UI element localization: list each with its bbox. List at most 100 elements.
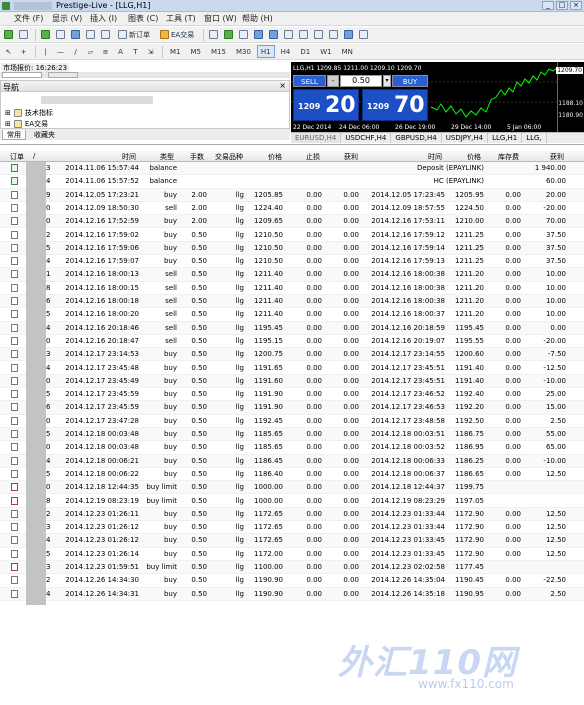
templates-icon[interactable] <box>357 28 370 41</box>
menu-view[interactable]: 显示 (V) <box>52 13 90 24</box>
minimize-button[interactable]: _ <box>542 1 554 10</box>
col-price[interactable]: 价格 <box>268 152 282 162</box>
expand-icon[interactable]: ⊞ <box>5 120 11 128</box>
col-item[interactable]: 交易品种 <box>215 152 243 162</box>
cursor-icon[interactable]: ↖ <box>2 45 15 58</box>
menu-file[interactable]: 文件 (F) <box>14 13 52 24</box>
table-row[interactable]: 2 2014.12.16 17:59:02 buy 0.50 llg 1210.50 0.0… <box>0 229 584 242</box>
table-row[interactable]: 0 2014.12.16 17:52:59 buy 2.00 llg 1209.65 0.0… <box>0 215 584 229</box>
chart-tab-eurusd[interactable]: EURUSD,H4 <box>291 133 342 143</box>
lot-decrease-button[interactable]: - <box>327 75 339 87</box>
col-type[interactable]: 类型 <box>160 152 174 162</box>
tab-favorites[interactable]: 收藏夹 <box>30 130 59 140</box>
sell-price-box[interactable]: 1209 20 <box>293 89 359 121</box>
col-close-time[interactable]: 时间 <box>428 152 442 162</box>
table-row[interactable]: 8 2014.12.16 18:00:15 sell 0.50 llg 1211.40 0.… <box>0 282 584 295</box>
table-row[interactable]: 0 2014.12.18 00:03:48 buy 0.50 llg 1185.65 0.0… <box>0 441 584 455</box>
col-sort-icon[interactable]: / <box>33 152 35 160</box>
navigator-icon[interactable] <box>69 28 82 41</box>
table-row[interactable]: 5 2014.12.16 18:00:20 sell 0.50 llg 1211.40 0.… <box>0 308 584 322</box>
market-watch-tab-1[interactable] <box>2 72 42 78</box>
tile-windows-icon[interactable] <box>282 28 295 41</box>
table-row[interactable]: 4 2014.12.17 23:45:48 buy 0.50 llg 1191.65 0.0… <box>0 362 584 375</box>
line-chart-icon[interactable] <box>237 28 250 41</box>
timeframe-h4[interactable]: H4 <box>277 45 295 58</box>
chart-tab-llg-h1[interactable]: LLG,H1 <box>488 133 523 143</box>
table-row[interactable]: 5 2014.12.17 23:45:59 buy 0.50 llg 1191.90 0.0… <box>0 388 584 402</box>
table-row[interactable]: 8 2014.12.19 08:23:19 buy limit 0.50 llg 1000… <box>0 495 584 508</box>
vertical-line-icon[interactable]: | <box>39 45 52 58</box>
table-row[interactable]: 6 2014.12.16 18:00:18 sell 0.50 llg 1211.40 0.… <box>0 295 584 309</box>
col-profit[interactable]: 获利 <box>550 152 564 162</box>
table-row[interactable]: 4 2014.12.16 20:18:46 sell 0.50 llg 1195.45 0.… <box>0 321 584 335</box>
chart-tab-usdchf[interactable]: USDCHF,H4 <box>341 133 392 143</box>
col-close-price[interactable]: 价格 <box>467 152 481 162</box>
menu-insert[interactable]: 插入 (I) <box>90 13 128 24</box>
table-row[interactable]: 5 2014.12.18 00:06:22 buy 0.50 llg 1186.40 0.0… <box>0 468 584 482</box>
menu-help[interactable]: 帮助 (H) <box>242 13 280 24</box>
table-row[interactable]: 3 2014.12.23 01:26:12 buy 0.50 llg 1172.65 0.0… <box>0 521 584 535</box>
table-row[interactable]: 4 2014.12.16 17:59:07 buy 0.50 llg 1210.50 0.0… <box>0 255 584 269</box>
timeframe-m5[interactable]: M5 <box>187 45 206 58</box>
equidistant-channel-icon[interactable]: ▱ <box>84 45 97 58</box>
trendline-icon[interactable]: / <box>69 45 82 58</box>
table-row[interactable]: 0 2014.12.17 23:47:28 buy 0.50 llg 1192.45 0.0… <box>0 415 584 428</box>
table-row[interactable]: 5 2014.12.18 00:03:48 buy 0.50 llg 1185.65 0.0… <box>0 428 584 442</box>
table-row[interactable]: 1 2014.12.16 18:00:13 sell 0.50 llg 1211.40 0.… <box>0 268 584 282</box>
zoom-in-icon[interactable] <box>252 28 265 41</box>
col-time[interactable]: 时间 <box>122 152 136 162</box>
timeframe-mn[interactable]: MN <box>338 45 357 58</box>
table-row[interactable]: 0 2014.12.09 18:50:30 sell 2.00 llg 1224.40 0.… <box>0 202 584 216</box>
profiles-icon[interactable] <box>17 28 30 41</box>
menu-window[interactable]: 窗口 (W) <box>204 13 242 24</box>
col-size[interactable]: 手数 <box>190 152 204 162</box>
col-sl[interactable]: 止损 <box>306 152 320 162</box>
timeframe-w1[interactable]: W1 <box>316 45 335 58</box>
zoom-out-icon[interactable] <box>267 28 280 41</box>
close-button[interactable]: × <box>570 1 582 10</box>
table-row[interactable]: 2 2014.12.23 01:26:11 buy 0.50 llg 1172.65 0.0… <box>0 507 584 522</box>
menu-tools[interactable]: 工具 (T) <box>166 13 204 24</box>
maximize-button[interactable]: □ <box>556 1 568 10</box>
buy-price-box[interactable]: 1209 70 <box>362 89 428 121</box>
table-row[interactable]: 5 2014.12.16 17:59:06 buy 0.50 llg 1210.50 0.0… <box>0 241 584 256</box>
horizontal-line-icon[interactable]: — <box>54 45 67 58</box>
indicators-icon[interactable] <box>327 28 340 41</box>
text-label-icon[interactable]: T <box>129 45 142 58</box>
table-row[interactable]: 3 2014.12.17 23:14:53 buy 0.50 llg 1200.75 0.0… <box>0 348 584 362</box>
menu-charts[interactable]: 图表 (C) <box>128 13 166 24</box>
timeframe-m1[interactable]: M1 <box>166 45 185 58</box>
table-row[interactable]: 4 2014.12.26 14:34:31 buy 0.50 llg 1190.90 0.0… <box>0 587 584 601</box>
chart-tab-gbpusd[interactable]: GBPUSD,H4 <box>391 133 442 143</box>
tab-common[interactable]: 常用 <box>2 130 26 140</box>
table-row[interactable]: 0 2014.12.16 20:18:47 sell 0.50 llg 1195.15 0.… <box>0 335 584 349</box>
table-row[interactable]: 9 2014.12.05 17:23:21 buy 2.00 llg 1205.85 0.0… <box>0 188 584 202</box>
chart-shift-icon[interactable] <box>312 28 325 41</box>
market-watch-tab-2[interactable] <box>48 72 78 78</box>
timeframe-d1[interactable]: D1 <box>296 45 314 58</box>
table-row[interactable]: 2 2014.12.26 14:34:30 buy 0.50 llg 1190.90 0.0… <box>0 574 584 588</box>
bar-chart-icon[interactable] <box>207 28 220 41</box>
autoscroll-icon[interactable] <box>297 28 310 41</box>
table-row[interactable]: 4 2014.12.23 01:26:12 buy 0.50 llg 1172.65 0.0… <box>0 534 584 548</box>
price-chart[interactable]: LLG,H1 1209.85 1211.00 1209.10 1209.70 1… <box>291 62 584 132</box>
fibonacci-icon[interactable]: ≡ <box>99 45 112 58</box>
periods-icon[interactable] <box>342 28 355 41</box>
expert-advisors-button[interactable]: EA交易 <box>156 28 198 41</box>
market-watch-icon[interactable] <box>39 28 52 41</box>
expand-icon[interactable]: ⊞ <box>5 109 11 117</box>
navigator-close-icon[interactable]: × <box>279 81 286 90</box>
sell-button[interactable]: SELL <box>293 75 326 87</box>
table-row[interactable]: 0 2014.12.18 12:44:35 buy limit 0.50 llg 1000… <box>0 481 584 495</box>
table-row[interactable]: 3 2014.12.23 01:59:51 buy limit 0.50 llg 1100… <box>0 561 584 575</box>
timeframe-m15[interactable]: M15 <box>207 45 230 58</box>
table-row[interactable]: 4 2014.12.18 00:06:21 buy 0.50 llg 1186.45 0.0… <box>0 454 584 468</box>
text-icon[interactable]: A <box>114 45 127 58</box>
new-order-button[interactable]: 新订单 <box>114 28 154 41</box>
arrows-icon[interactable]: ⇲ <box>144 45 157 58</box>
nav-item-indicators[interactable]: ⊞ 技术指标 <box>5 108 53 118</box>
col-tp[interactable]: 获利 <box>344 152 358 162</box>
col-swap[interactable]: 库存费 <box>498 152 519 162</box>
candlestick-icon[interactable] <box>222 28 235 41</box>
lot-size-input[interactable]: 0.50 <box>340 75 382 87</box>
